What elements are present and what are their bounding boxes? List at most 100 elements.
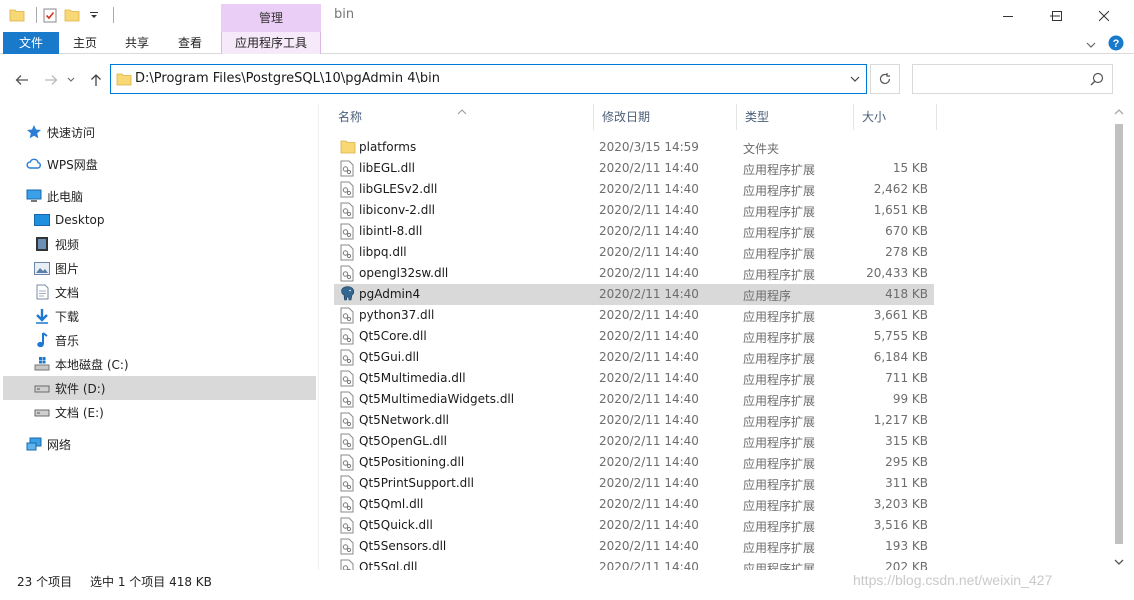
file-type: 应用程序扩展 (743, 184, 816, 198)
tab-view[interactable]: 查看 (167, 32, 213, 54)
address-dropdown-button[interactable] (844, 65, 866, 93)
column-header-date[interactable]: 修改日期 (594, 104, 737, 130)
nav-item-downloads[interactable]: 下载 (3, 304, 316, 328)
search-input[interactable] (912, 64, 1113, 94)
tab-home[interactable]: 主页 (62, 32, 108, 54)
properties-icon[interactable] (41, 6, 59, 24)
file-row[interactable]: Qt5Positioning.dll 2020/2/11 14:40 应用程序扩展 2… (334, 452, 934, 473)
file-size: 711 KB (885, 371, 928, 385)
sort-ascending-icon (457, 104, 467, 126)
dll-icon (340, 454, 356, 471)
file-date: 2020/2/11 14:40 (599, 224, 699, 238)
file-type: 应用程序扩展 (743, 394, 816, 408)
file-row[interactable]: pgAdmin4 2020/2/11 14:40 应用程序 418 KB (334, 284, 934, 305)
dll-icon (340, 181, 356, 198)
column-header-size[interactable]: 大小 (854, 104, 937, 130)
nav-item-documents[interactable]: 文档 (3, 280, 316, 304)
nav-item-videos[interactable]: 视频 (3, 232, 316, 256)
file-row[interactable]: Qt5Multimedia.dll 2020/2/11 14:40 应用程序扩展 71… (334, 368, 934, 389)
scroll-up-icon[interactable] (1114, 108, 1124, 118)
expand-ribbon-icon[interactable] (1086, 38, 1096, 52)
file-row[interactable]: Qt5Gui.dll 2020/2/11 14:40 应用程序扩展 6,184 KB (334, 347, 934, 368)
nav-item-drive-e[interactable]: 文档 (E:) (3, 400, 316, 424)
file-row[interactable]: libintl-8.dll 2020/2/11 14:40 应用程序扩展 670 KB (334, 221, 934, 242)
nav-item-label: 图片 (55, 261, 80, 276)
vertical-scrollbar[interactable] (1111, 104, 1128, 570)
desktop-icon (33, 211, 51, 229)
nav-item-desktop[interactable]: Desktop (3, 208, 316, 232)
file-date: 2020/2/11 14:40 (599, 539, 699, 553)
file-size: 193 KB (885, 539, 928, 553)
nav-item-drive-c[interactable]: 本地磁盘 (C:) (3, 352, 316, 376)
file-type: 应用程序扩展 (743, 457, 816, 471)
file-date: 2020/2/11 14:40 (599, 413, 699, 427)
drive-c-icon (33, 355, 51, 373)
video-icon (33, 235, 51, 253)
nav-item-drive-d[interactable]: 软件 (D:) (3, 376, 316, 400)
file-name: platforms (359, 140, 417, 154)
recent-locations-button[interactable] (64, 69, 78, 91)
file-type: 应用程序扩展 (743, 247, 816, 261)
pane-divider[interactable] (318, 104, 319, 570)
forward-button[interactable] (40, 69, 62, 91)
file-row[interactable]: Qt5Quick.dll 2020/2/11 14:40 应用程序扩展 3,516 K… (334, 515, 934, 536)
file-type: 应用程序扩展 (743, 436, 816, 450)
file-row[interactable]: Qt5PrintSupport.dll 2020/2/11 14:40 应用程序扩展… (334, 473, 934, 494)
minimize-button[interactable] (985, 0, 1031, 32)
file-row[interactable]: Qt5Sql.dll 2020/2/11 14:40 应用程序扩展 202 KB (334, 557, 934, 570)
close-button[interactable] (1081, 0, 1127, 32)
scroll-down-icon[interactable] (1114, 558, 1124, 568)
nav-item-quick-access[interactable]: 快速访问 (3, 120, 316, 144)
file-name: Qt5Sql.dll (359, 560, 418, 570)
refresh-button[interactable] (870, 64, 900, 94)
nav-item-music[interactable]: 音乐 (3, 328, 316, 352)
up-button[interactable] (85, 69, 107, 91)
file-row[interactable]: Qt5Network.dll 2020/2/11 14:40 应用程序扩展 1,217… (334, 410, 934, 431)
nav-item-label: 音乐 (55, 333, 80, 348)
file-row[interactable]: libpq.dll 2020/2/11 14:40 应用程序扩展 278 KB (334, 242, 934, 263)
manage-context-header: 管理 (221, 4, 321, 32)
file-name: Qt5PrintSupport.dll (359, 476, 474, 490)
dll-icon (340, 538, 356, 555)
file-row[interactable]: python37.dll 2020/2/11 14:40 应用程序扩展 3,661 K… (334, 305, 934, 326)
file-date: 2020/2/11 14:40 (599, 245, 699, 259)
address-bar[interactable]: D:\Program Files\PostgreSQL\10\pgAdmin 4… (110, 64, 867, 94)
file-name: pgAdmin4 (359, 287, 421, 301)
tab-application-tools[interactable]: 应用程序工具 (221, 32, 321, 54)
download-icon (33, 307, 51, 325)
file-size: 20,433 KB (866, 266, 928, 280)
file-row[interactable]: platforms 2020/3/15 14:59 文件夹 (334, 137, 934, 158)
nav-item-label: 网络 (47, 437, 72, 452)
column-header-type[interactable]: 类型 (737, 104, 854, 130)
customize-dropdown-icon[interactable] (85, 6, 103, 24)
file-row[interactable]: Qt5MultimediaWidgets.dll 2020/2/11 14:40 应… (334, 389, 934, 410)
file-row[interactable]: Qt5Sensors.dll 2020/2/11 14:40 应用程序扩展 193 K… (334, 536, 934, 557)
file-row[interactable]: libiconv-2.dll 2020/2/11 14:40 应用程序扩展 1,651… (334, 200, 934, 221)
file-row[interactable]: Qt5Core.dll 2020/2/11 14:40 应用程序扩展 5,755 KB (334, 326, 934, 347)
tab-file[interactable]: 文件 (3, 32, 59, 54)
file-date: 2020/2/11 14:40 (599, 287, 699, 301)
file-row[interactable]: Qt5Qml.dll 2020/2/11 14:40 应用程序扩展 3,203 KB (334, 494, 934, 515)
nav-item-pictures[interactable]: 图片 (3, 256, 316, 280)
file-row[interactable]: libEGL.dll 2020/2/11 14:40 应用程序扩展 15 KB (334, 158, 934, 179)
file-size: 15 KB (892, 161, 928, 175)
tab-share[interactable]: 共享 (114, 32, 160, 54)
help-icon[interactable]: ? (1108, 35, 1124, 54)
nav-item-this-pc[interactable]: 此电脑 (3, 184, 316, 208)
column-header-name[interactable]: 名称 (330, 104, 594, 130)
nav-item-wps-cloud[interactable]: WPS网盘 (3, 152, 316, 176)
file-row[interactable]: opengl32sw.dll 2020/2/11 14:40 应用程序扩展 20,43… (334, 263, 934, 284)
file-date: 2020/2/11 14:40 (599, 476, 699, 490)
file-row[interactable]: libGLESv2.dll 2020/2/11 14:40 应用程序扩展 2,462 … (334, 179, 934, 200)
file-row[interactable]: Qt5OpenGL.dll 2020/2/11 14:40 应用程序扩展 315 KB (334, 431, 934, 452)
file-size: 2,462 KB (873, 182, 928, 196)
new-folder-icon[interactable] (63, 6, 81, 24)
scrollbar-thumb[interactable] (1115, 124, 1123, 544)
file-date: 2020/2/11 14:40 (599, 455, 699, 469)
maximize-button[interactable] (1034, 0, 1080, 32)
file-name: python37.dll (359, 308, 435, 322)
back-button[interactable] (11, 69, 33, 91)
nav-item-network[interactable]: 网络 (3, 432, 316, 456)
cloud-icon (25, 155, 43, 173)
file-name: Qt5Gui.dll (359, 350, 420, 364)
